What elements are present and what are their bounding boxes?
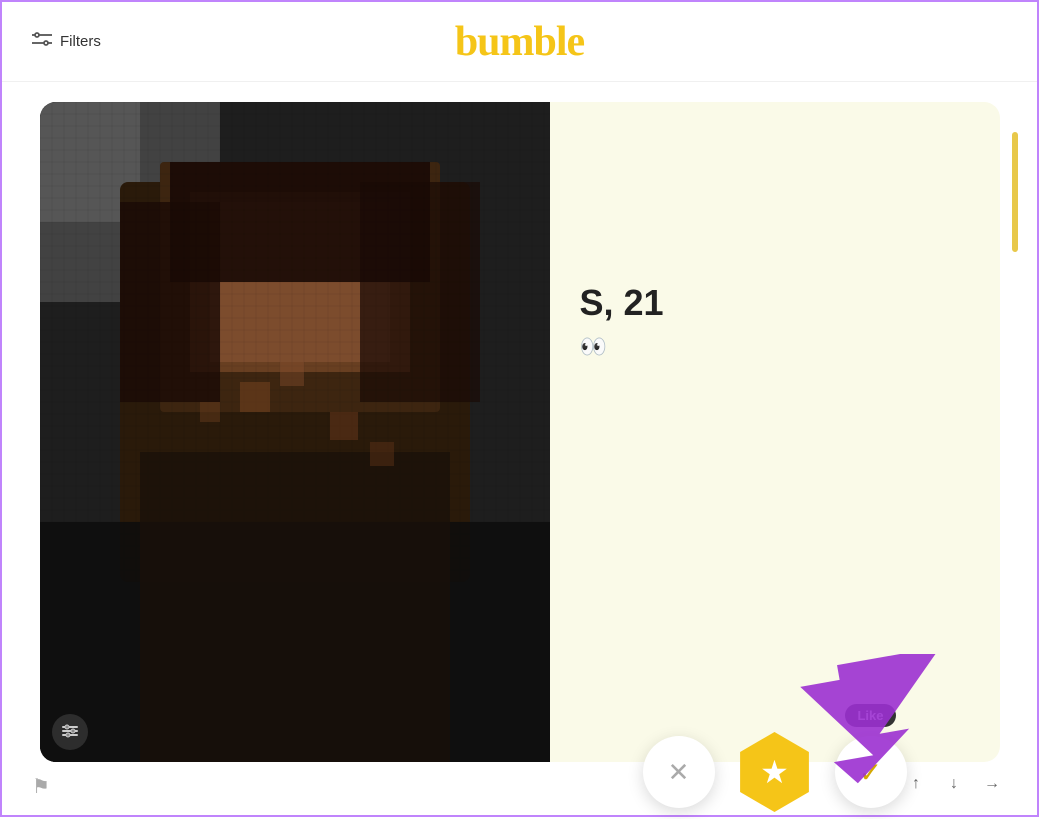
photo-filter-badge[interactable] xyxy=(52,714,88,750)
filters-label: Filters xyxy=(60,33,101,50)
profile-name-age: S, 21 xyxy=(580,282,970,324)
profile-info: S, 21 👀 ✕ ★ Like ✓ xyxy=(550,102,1000,762)
profile-card: S, 21 👀 ✕ ★ Like ✓ xyxy=(40,102,1000,762)
profile-image xyxy=(40,102,550,762)
action-buttons: ✕ ★ Like ✓ xyxy=(550,732,1000,812)
flag-area[interactable]: ⚑ xyxy=(32,774,50,799)
filters-icon xyxy=(32,30,52,53)
filter-badge-icon xyxy=(61,722,79,743)
profile-eyes-emoji: 👀 xyxy=(580,334,970,360)
profile-photo xyxy=(40,102,550,762)
superlike-icon: ★ xyxy=(760,753,789,791)
dislike-icon: ✕ xyxy=(668,757,690,788)
filters-button[interactable]: Filters xyxy=(32,30,101,53)
like-button-wrapper: Like ✓ xyxy=(835,736,907,808)
like-button[interactable]: ✓ xyxy=(835,736,907,808)
card-scrollbar[interactable] xyxy=(1012,132,1018,252)
like-icon: ✓ xyxy=(859,756,882,789)
app-header: Filters bumble xyxy=(2,2,1037,82)
app-logo: bumble xyxy=(455,18,584,66)
main-content: S, 21 👀 ✕ ★ Like ✓ xyxy=(2,82,1037,819)
dislike-button[interactable]: ✕ xyxy=(643,736,715,808)
flag-icon: ⚑ xyxy=(32,776,50,798)
like-tooltip: Like xyxy=(845,704,895,727)
superlike-button[interactable]: ★ xyxy=(735,732,815,812)
